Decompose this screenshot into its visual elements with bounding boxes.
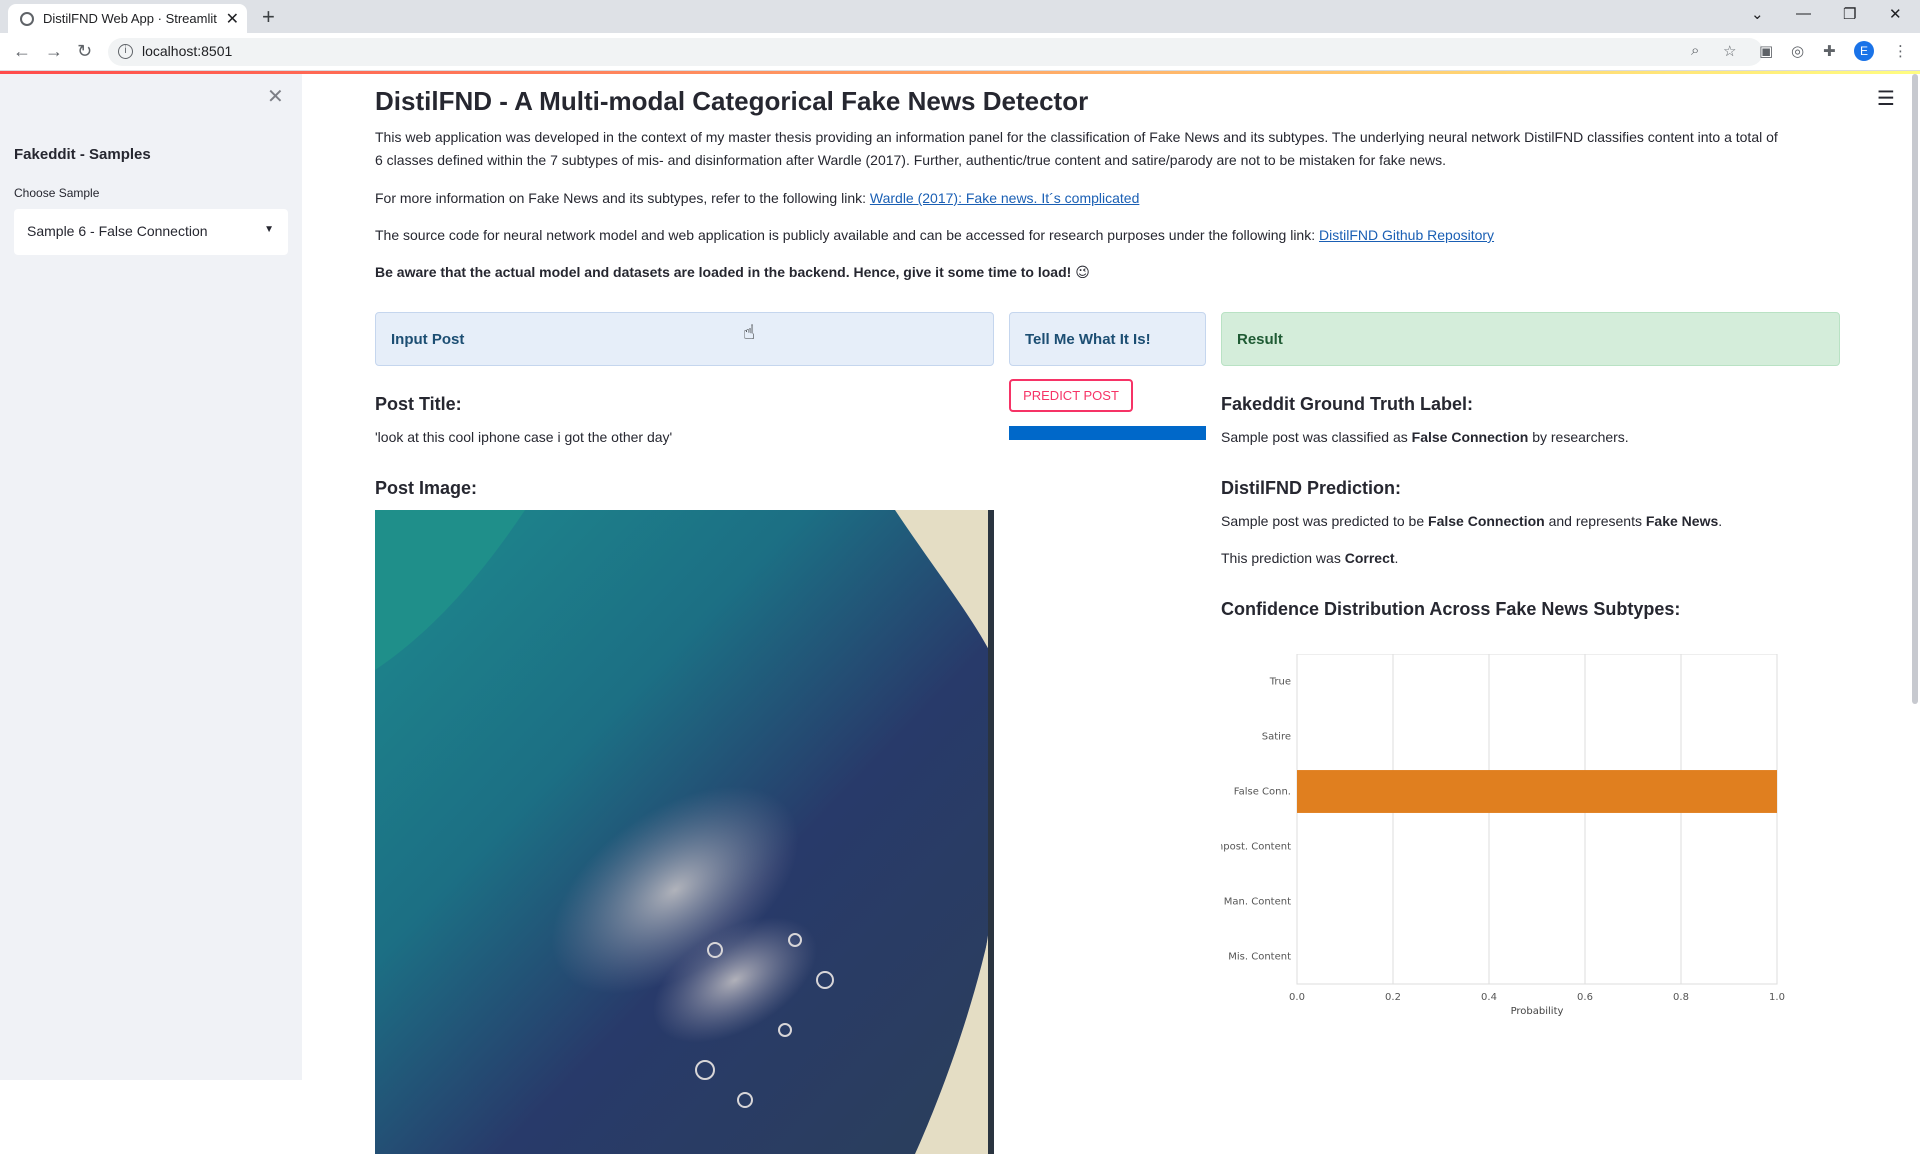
predict-post-button[interactable]: PREDICT POST [1009,379,1133,412]
post-title-value: 'look at this cool iphone case i got the… [375,429,673,445]
sample-select-value: Sample 6 - False Connection [27,223,208,239]
zoom-icon[interactable]: ⌕ [1691,42,1699,59]
extension-icon[interactable]: ▣ [1759,42,1773,60]
url-text: localhost:8501 [142,43,233,59]
post-image-heading: Post Image: [375,478,478,498]
github-link[interactable]: DistilFND Github Repository [1319,227,1494,243]
page-title: DistilFND - A Multi-modal Categorical Fa… [375,86,1089,116]
y-tick-label: Mis. Content [1228,952,1291,963]
correctness-value: Correct [1344,550,1395,566]
tab-title: DistilFND Web App · Streamlit [43,11,217,26]
reload-icon[interactable]: ↻ [77,41,92,62]
tell-me-panel: Tell Me What It Is! [1009,312,1206,366]
sidebar: ✕ Fakeddit - Samples Choose Sample Sampl… [0,74,302,1080]
source-paragraph: The source code for neural network model… [375,224,1840,247]
x-tick-label: 0.0 [1289,992,1305,1003]
prediction-label: False Connection [1428,513,1545,529]
input-post-panel: Input Post [375,312,994,366]
ground-truth-heading: Fakeddit Ground Truth Label: [1221,394,1473,414]
source-text: The source code for neural network model… [375,227,1316,243]
tab-search-icon[interactable]: ⌄ [1751,5,1764,23]
restore-icon[interactable]: ❐ [1843,5,1856,23]
sidebar-title: Fakeddit - Samples [14,146,151,163]
x-tick-label: 0.2 [1385,992,1401,1003]
confidence-chart-svg: 0.0 0.2 0.4 0.6 0.8 1.0 True Satire False Conn. I… [1211,653,1785,1017]
x-axis-label: Probability [1511,1006,1564,1017]
chart-bar [1297,770,1777,813]
x-tick-label: 0.4 [1481,992,1497,1003]
y-tick-label: True [1269,677,1291,688]
post-image [375,510,994,1154]
ground-truth-text: Sample post was classified as False Conn… [1221,429,1629,445]
x-tick-label: 0.8 [1673,992,1689,1003]
more-info-text: For more information on Fake News and it… [375,190,866,206]
x-tick-label: 0.6 [1577,992,1593,1003]
select-label: Choose Sample [14,186,100,200]
post-image-svg [375,510,994,1154]
close-window-icon[interactable]: ✕ [1889,5,1902,23]
ground-truth-label: False Connection [1411,429,1529,445]
bookmark-star-icon[interactable]: ☆ [1723,42,1736,60]
post-title-heading: Post Title: [375,394,462,414]
profile-avatar[interactable]: E [1854,41,1874,61]
browser-tab-bar: DistilFND Web App · Streamlit ✕ + ⌄ — ❐ … [0,0,1920,33]
load-warning: Be aware that the actual model and datas… [375,264,1090,280]
chevron-down-icon[interactable]: ▼ [264,224,274,235]
puzzle-icon[interactable]: ✚ [1823,42,1836,60]
intro-line: This web application was developed in th… [375,129,1778,145]
prediction-heading: DistilFND Prediction: [1221,478,1402,498]
y-tick-label: Satire [1262,732,1291,743]
globe-icon [20,12,34,26]
forward-icon[interactable]: → [45,41,63,62]
prediction-text: Sample post was predicted to be False Co… [1221,513,1723,529]
intro-paragraph: This web application was developed in th… [375,126,1840,172]
browser-tab[interactable]: DistilFND Web App · Streamlit ✕ [8,4,247,33]
plot-area [1296,653,1778,985]
wardle-link[interactable]: Wardle (2017): Fake news. It´s complicat… [870,190,1139,206]
confidence-heading: Confidence Distribution Across Fake News… [1221,599,1681,619]
confidence-chart: 0.0 0.2 0.4 0.6 0.8 1.0 True Satire False Conn. I… [1211,653,1841,1114]
sample-select[interactable]: Sample 6 - False Connection ▼ [14,209,288,255]
minimize-icon[interactable]: — [1796,5,1811,22]
close-sidebar-icon[interactable]: ✕ [267,84,284,109]
extension-icon[interactable]: ◎ [1791,42,1804,60]
x-tick-label: 1.0 [1769,992,1785,1003]
prediction-progress-bar [1009,426,1206,440]
hamburger-menu-icon[interactable]: ☰ [1877,86,1895,111]
more-info-paragraph: For more information on Fake News and it… [375,187,1840,210]
result-panel: Result [1221,312,1840,366]
tab-close-icon[interactable]: ✕ [226,9,239,29]
y-tick-label: Impost. Content [1221,842,1291,853]
new-tab-icon[interactable]: + [262,4,275,30]
info-icon[interactable]: i [118,44,133,59]
browser-menu-icon[interactable]: ⋮ [1893,42,1908,60]
mouse-cursor: ☝ [743,322,756,344]
back-icon[interactable]: ← [13,41,31,62]
y-tick-label: Man. Content [1224,897,1291,908]
y-tick-label: False Conn. [1234,787,1291,798]
address-bar-row: ← → ↻ i localhost:8501 ⌕ ☆ ▣ ◎ ✚ E ⋮ [0,33,1920,71]
intro-line: 6 classes defined within the 7 subtypes … [375,152,1447,168]
url-field[interactable]: i localhost:8501 ⌕ ☆ [108,38,1763,66]
page-scrollbar[interactable] [1912,74,1918,704]
prediction-class: Fake News [1645,513,1719,529]
correctness-text: This prediction was Correct. [1221,550,1399,566]
